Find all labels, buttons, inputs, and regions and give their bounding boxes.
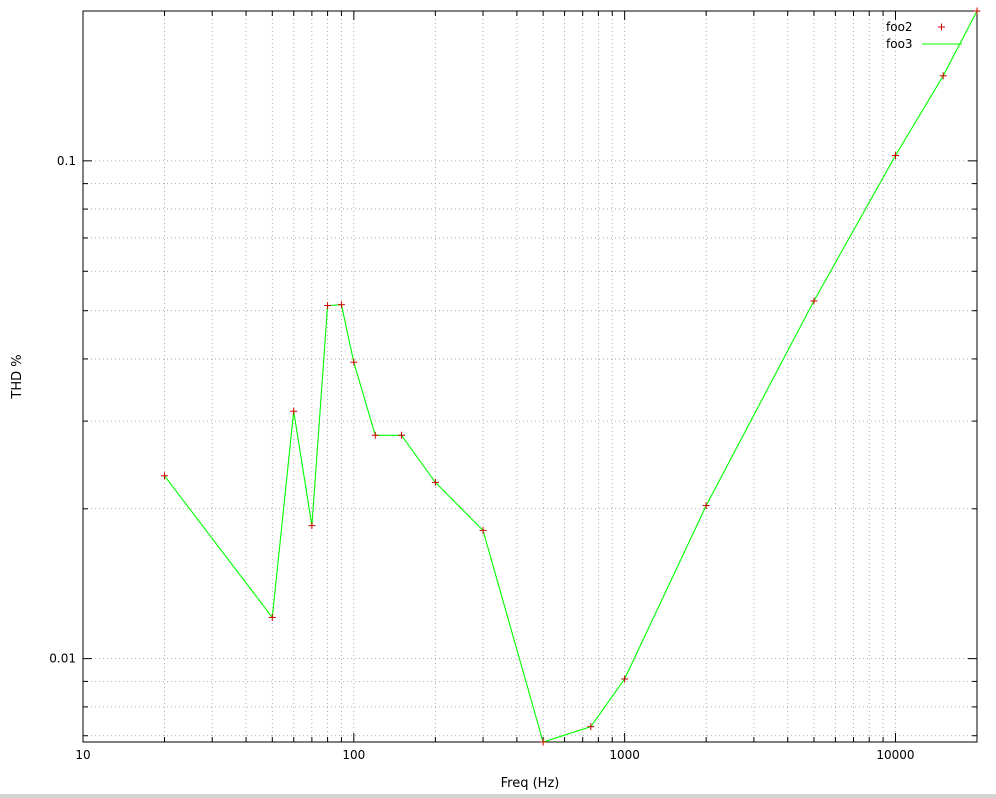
data-point-foo2 — [337, 301, 345, 309]
data-point-foo2 — [587, 723, 595, 731]
data-point-foo2 — [350, 358, 358, 366]
data-point-foo2 — [539, 738, 547, 746]
data-point-foo2 — [810, 297, 818, 305]
x-tick-label: 10000 — [876, 748, 914, 762]
x-tick-label: 10 — [75, 748, 90, 762]
axis-ticks — [82, 10, 978, 742]
data-point-foo2 — [939, 72, 947, 80]
series-line-foo3 — [164, 10, 978, 743]
series — [161, 7, 981, 746]
x-tick-label: 100 — [342, 748, 365, 762]
grid — [82, 10, 978, 742]
legend-label-foo3: foo3 — [886, 37, 913, 51]
window-bottom-edge — [0, 794, 996, 798]
data-point-foo2 — [308, 522, 316, 530]
chart: 10 100 1000 10000 0.01 0.1 Freq (Hz) THD % fo… — [10, 7, 981, 791]
legend: foo2 foo3 — [886, 20, 962, 51]
x-axis-label: Freq (Hz) — [501, 776, 560, 791]
y-tick-label: 0.1 — [57, 154, 76, 168]
data-point-foo2 — [973, 7, 981, 15]
data-point-foo2 — [702, 502, 710, 510]
legend-marker-foo2 — [938, 23, 945, 31]
tick-labels: 10 100 1000 10000 0.01 0.1 — [49, 154, 914, 762]
y-tick-label: 0.01 — [49, 652, 76, 666]
y-axis-label: THD % — [10, 354, 25, 399]
plot-frame — [82, 10, 978, 743]
data-point-foo2 — [891, 152, 899, 160]
data-point-foo2 — [324, 302, 332, 310]
data-point-foo2 — [371, 431, 379, 439]
legend-label-foo2: foo2 — [886, 20, 913, 34]
data-point-foo2 — [398, 431, 406, 439]
data-point-foo2 — [290, 407, 298, 415]
x-tick-label: 1000 — [609, 748, 640, 762]
